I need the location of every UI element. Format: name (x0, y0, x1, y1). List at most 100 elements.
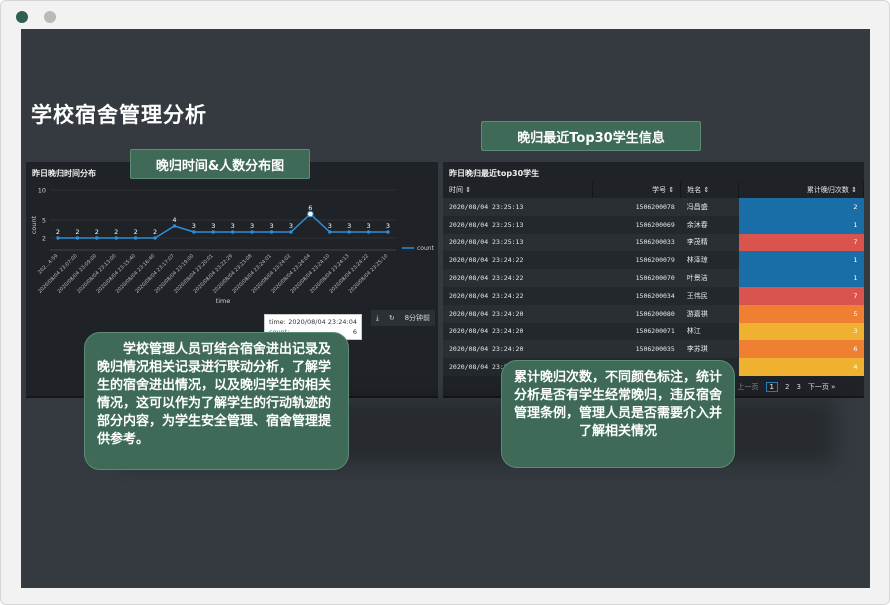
chart-toolbar: ⤓ ↻ 8分钟前 (371, 310, 435, 326)
data-point (269, 230, 274, 234)
download-icon[interactable]: ⤓ (376, 314, 379, 323)
dashboard-canvas: 学校宿舍管理分析 昨日晚归时间分布 2 5 10 count time 2 2 2 2 2 2 4 3 3… (21, 29, 870, 588)
cell-id: 1506200079 (592, 251, 681, 270)
table-row[interactable]: 2020/08/04 23:24:20 1506200035 李苏琪 6 (443, 340, 864, 359)
cell-count: 7 (738, 286, 864, 305)
data-label: 2 (114, 228, 118, 236)
y-tick-label: 5 (42, 217, 46, 225)
data-label: 2 (153, 228, 157, 236)
data-point (153, 236, 157, 240)
table-row[interactable]: 2020/08/04 23:24:22 1506200070 叶景洁 1 (443, 269, 864, 287)
cell-count: 1 (738, 269, 864, 287)
cell-count: 4 (738, 358, 864, 376)
data-point (386, 230, 390, 234)
tooltip-count-value: 6 (352, 328, 357, 336)
cell-count: 7 (738, 233, 864, 252)
cell-count: 1 (738, 215, 864, 234)
line-chart: 2510counttime2 2 2 2 2 243 3 3 3 3 363 3 3 3202...4:5… (30, 187, 435, 306)
y-tick-label: 10 (38, 187, 46, 195)
legend-label: count (417, 245, 435, 252)
data-label: 3 (328, 222, 332, 230)
cell-time: 2020/08/04 23:25:13 (443, 215, 593, 234)
data-label: 3 (269, 222, 273, 230)
next-page-button[interactable]: 下一页 » (808, 382, 836, 392)
data-point (114, 236, 118, 240)
col-name-header[interactable]: 姓名 ⇕ (680, 182, 740, 198)
tooltip-time-key: time: (269, 318, 286, 326)
cell-time: 2020/08/04 23:24:22 (443, 269, 593, 287)
cell-time: 2020/08/04 23:24:22 (443, 251, 593, 270)
cell-count: 1 (738, 251, 864, 270)
page-1-button[interactable]: 1 (765, 382, 778, 392)
page-2-button[interactable]: 2 (785, 383, 789, 391)
tooltip-time-value: 2020/08/04 23:24:04 (288, 318, 357, 326)
table-row[interactable]: 2020/08/04 23:25:13 1506200078 冯昌盛 2 (443, 198, 864, 216)
cell-name: 王伟民 (680, 286, 739, 305)
data-point (95, 236, 99, 240)
pagination: « 上一页 1 2 3 下一页 » (731, 382, 835, 392)
data-point (307, 210, 314, 218)
cell-time: 2020/08/04 23:24:20 (443, 322, 593, 341)
cell-name: 李苏琪 (680, 340, 739, 359)
y-tick-label: 2 (42, 235, 46, 243)
data-point (211, 230, 215, 234)
data-label: 4 (172, 216, 176, 224)
cell-time: 2020/08/04 23:24:20 (443, 340, 593, 359)
table-row[interactable]: 2020/08/04 23:24:20 1506200071 林江 3 (443, 322, 864, 341)
data-point (133, 236, 138, 240)
page-3-button[interactable]: 3 (796, 383, 800, 391)
cell-time: 2020/08/04 23:24:22 (443, 286, 593, 305)
cell-count: 5 (738, 304, 864, 323)
cell-id: 1506200069 (592, 215, 681, 234)
data-label: 3 (250, 222, 254, 230)
data-label: 3 (289, 222, 293, 230)
cell-id: 1506200033 (592, 233, 681, 252)
cell-name: 李茂精 (680, 233, 739, 252)
col-id-header[interactable]: 学号 ⇕ (592, 182, 682, 198)
data-label: 3 (211, 222, 215, 230)
data-label: 3 (347, 222, 351, 230)
cell-id: 1506200034 (592, 286, 681, 305)
table-row[interactable]: 2020/08/04 23:24:22 1506200079 林泽琼 1 (443, 251, 864, 270)
left-description-bubble: 学校管理人员可结合宿舍进出记录及晚归情况相关记录进行联动分析，了解学生的宿舍进出… (84, 332, 349, 470)
refresh-icon[interactable]: ↻ (389, 314, 395, 322)
window-dot-gray[interactable] (44, 11, 56, 23)
col-time-header[interactable]: 时间 ⇕ (443, 182, 594, 198)
data-point (56, 236, 60, 240)
data-label: 2 (75, 228, 79, 236)
data-label: 2 (56, 228, 60, 236)
data-label: 3 (231, 222, 235, 230)
x-tick-label: 2020/08/04 23:25:10 (348, 253, 390, 295)
y-axis-label: count (30, 215, 38, 234)
cell-id: 1506200080 (592, 304, 681, 323)
cell-name: 冯昌盛 (680, 198, 739, 216)
cell-count: 2 (738, 198, 864, 216)
cell-id: 1506200071 (592, 322, 681, 341)
data-label: 6 (308, 204, 312, 212)
data-point (231, 230, 235, 234)
table-row[interactable]: 2020/08/04 23:24:22 1506200034 王伟民 7 (443, 286, 864, 305)
data-point (192, 230, 196, 234)
cell-name: 叶景洁 (680, 269, 739, 287)
updated-time: 8分钟前 (404, 314, 431, 322)
table-row[interactable]: 2020/08/04 23:25:13 1506200069 余沐春 1 (443, 215, 864, 234)
right-description-bubble: 累计晚归次数，不同颜色标注，统计分析是否有学生经常晚归，违反宿舍管理条例，管理人… (501, 360, 735, 468)
chart-label-callout: 晚归时间&人数分布图 (130, 149, 310, 179)
data-label: 3 (192, 222, 196, 230)
cell-time: 2020/08/04 23:24:20 (443, 304, 593, 323)
data-point (75, 236, 80, 240)
cell-time: 2020/08/04 23:25:13 (443, 198, 593, 216)
window-frame: 学校宿舍管理分析 昨日晚归时间分布 2 5 10 count time 2 2 2 2 2 2 4 3 3… (0, 0, 890, 605)
col-count-header[interactable]: 累计晚归次数 ⇕ (738, 182, 864, 198)
window-dot-green[interactable] (16, 11, 28, 23)
cell-count: 3 (738, 322, 864, 341)
table-body: 2020/08/04 23:25:13 1506200078 冯昌盛 2 2020/08… (443, 198, 864, 376)
cell-name: 余沐春 (680, 215, 739, 234)
prev-page-button[interactable]: « 上一页 (731, 382, 759, 392)
cell-id: 1506200078 (592, 198, 681, 216)
table-row[interactable]: 2020/08/04 23:24:20 1506200080 游嘉祺 5 (443, 304, 864, 323)
data-point (250, 230, 254, 234)
table-row[interactable]: 2020/08/04 23:25:13 1506200033 李茂精 7 (443, 233, 864, 252)
late-students-table: 时间 ⇕ 学号 ⇕ 姓名 ⇕ 累计晚归次数 ⇕ 2020/08/04 23:25… (443, 182, 864, 376)
data-point (172, 224, 177, 228)
